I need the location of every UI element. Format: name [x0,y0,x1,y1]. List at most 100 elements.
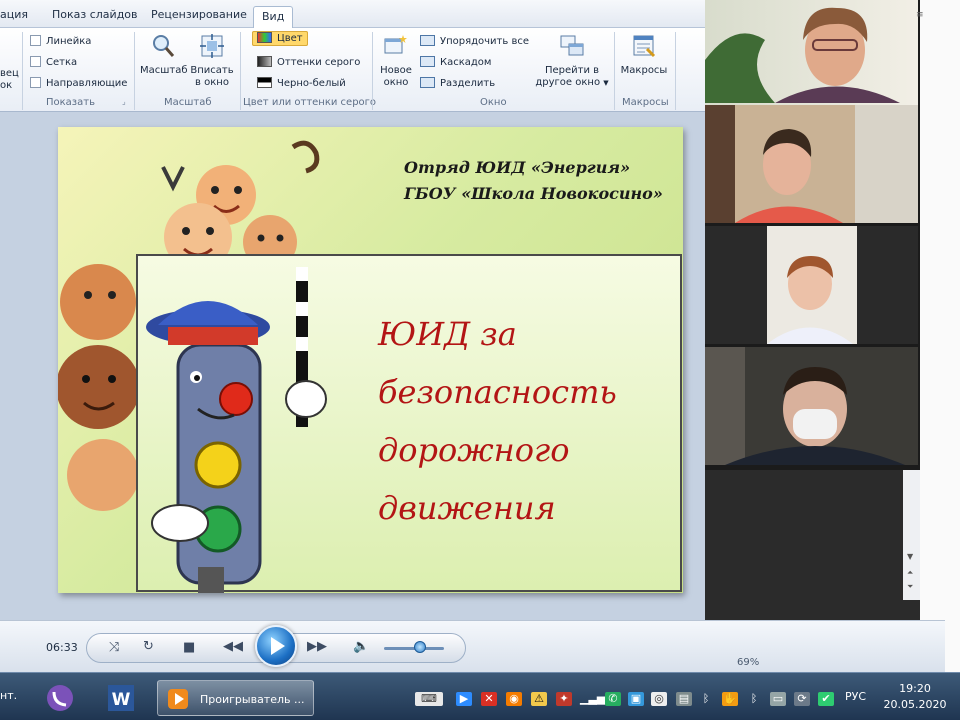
checkbox-icon [30,35,41,46]
previous-icon[interactable]: ◀◀ [223,639,243,654]
slide-title-line-3: дорожного [378,431,570,469]
input-language[interactable]: РУС [845,690,866,703]
cascade-icon [420,56,435,67]
video-tile-2[interactable] [705,105,918,223]
arrange-all-icon [420,35,435,46]
network-signal-icon[interactable]: ▁▃▅ [580,692,605,706]
grayscale-button[interactable]: Оттенки серого [257,56,360,68]
right-edge-panel: ≡ [916,0,960,672]
grayscale-label: Оттенки серого [277,57,361,68]
warning-icon[interactable]: ⚠ [531,692,547,706]
cascade-button[interactable]: Каскадом [420,56,491,68]
monitor-icon[interactable]: ▭ [770,692,786,706]
macros-group-label: Макросы [622,97,669,108]
arrange-all-label: Упорядочить все [440,36,529,47]
slide-title-line-1: ЮИД за [378,315,517,353]
display-icon[interactable]: ▣ [628,692,644,706]
hand-icon[interactable]: ✋ [722,692,738,706]
play-button[interactable] [255,625,297,667]
participant-video-image [705,347,905,465]
stop-icon[interactable]: ■ [183,640,195,655]
camera-icon[interactable]: ◎ [651,692,667,706]
ruler-label: Линейка [46,36,92,47]
grid-label: Сетка [46,57,78,68]
video-tile-1[interactable] [705,0,918,118]
tab-animations[interactable]: ация [0,8,28,21]
ribbon-cut-text-2: ок [0,80,13,91]
slide-workspace: Отряд ЮИД «Энергия» ГБОУ «Школа Новокоси… [0,112,705,620]
word-icon: W [108,685,134,711]
color-button[interactable]: Цвет [252,31,308,46]
expand-icon[interactable]: ≡ [916,10,924,20]
ruler-checkbox[interactable]: Линейка [30,35,91,47]
participant-video-image [705,7,900,104]
checkmark-icon[interactable]: ✔ [818,692,834,706]
guides-checkbox[interactable]: Направляющие [30,77,127,89]
volume-icon[interactable]: 🔈 [353,639,369,654]
tab-review[interactable]: Рецензирование [151,8,247,21]
slide-title-line-2: безопасность [378,373,617,411]
fit-to-window-button[interactable]: Вписать в окно [188,33,236,89]
tab-slide-show[interactable]: Показ слайдов [52,8,138,21]
tab-view[interactable]: Вид [253,6,294,29]
grayscale-swatch-icon [257,56,272,67]
sync-icon[interactable]: ⟳ [794,692,810,706]
window-group-label: Окно [480,97,507,108]
print-icon[interactable]: ▤ [676,692,692,706]
shield-icon[interactable]: ✦ [556,692,572,706]
dialog-launcher-icon[interactable]: ⌟ [122,97,126,106]
media-player-icon [168,689,188,709]
switch-windows-label-1: Перейти в [544,65,600,76]
black-white-label: Черно-белый [277,78,346,89]
split-button[interactable]: Разделить [420,77,495,89]
phone-icon[interactable]: ✆ [605,692,621,706]
chevron-down-icon: ▼ [603,79,609,87]
avast-icon[interactable]: ◉ [506,692,522,706]
slide[interactable]: Отряд ЮИД «Энергия» ГБОУ «Школа Новокоси… [58,127,683,593]
macros-label: Макросы [620,65,668,76]
video-tile-4[interactable] [705,347,918,465]
slide-header-line-1: Отряд ЮИД «Энергия» [404,158,631,177]
next-icon[interactable]: ▶▶ [307,639,327,654]
bluetooth-icon[interactable]: ᛒ [698,692,714,706]
player-taskbar-button[interactable]: Проигрыватель ... [157,680,314,716]
color-group-label: Цвет или оттенки серого [243,97,377,108]
switch-windows-button[interactable]: Перейти в другое окно ▼ [534,33,610,89]
viber-icon [47,685,73,711]
ribbon-cut-text-1: вец [0,68,19,79]
repeat-icon[interactable]: ↻ [143,639,154,654]
ribbon: вец ок Линейка Сетка Направляющие Показа… [0,28,705,112]
black-white-button[interactable]: Черно-белый [257,77,346,89]
slide-title: ЮИД за безопасность дорожного движения [378,305,668,537]
elapsed-time: 06:33 [46,641,78,654]
grid-checkbox[interactable]: Сетка [30,56,77,68]
scroll-down-icon[interactable]: ▼ [907,552,913,561]
zoom-app-icon[interactable]: ▶ [456,692,472,706]
close-icon[interactable]: ✕ [481,692,497,706]
video-tile-3[interactable] [705,226,918,344]
volume-slider-handle[interactable] [414,641,426,653]
new-window-button[interactable]: Новое окно [376,33,416,89]
checkbox-icon [30,77,41,88]
scroll-prev-slide-icon[interactable]: ⏶ [907,568,913,578]
switch-windows-icon [560,35,584,56]
zoom-label: Масштаб [140,65,188,76]
split-icon [420,77,435,88]
zoom-button[interactable]: Масштаб [140,33,188,77]
bluetooth-icon-2[interactable]: ᛒ [746,692,762,706]
shuffle-icon[interactable]: ⤨ [109,640,119,655]
zoom-readout: 69% [737,657,760,668]
fit-label-1: Вписать [190,65,234,76]
video-participants-panel [705,0,920,470]
taskbar-clock[interactable]: 19:20 20.05.2020 [882,681,948,713]
arrange-all-button[interactable]: Упорядочить все [420,35,529,47]
scroll-next-slide-icon[interactable]: ⏷ [907,582,913,592]
slide-header-line-2: ГБОУ «Школа Новокосино» [404,184,663,203]
black-white-swatch-icon [257,77,272,88]
word-taskbar-button[interactable]: W [100,680,146,716]
checkbox-icon [30,56,41,67]
keyboard-icon[interactable]: ⌨ [415,692,443,706]
viber-taskbar-button[interactable] [40,680,80,716]
vertical-scrollbar[interactable]: ▼ ⏶ ⏷ [903,470,920,600]
macros-button[interactable]: Макросы [618,33,670,77]
